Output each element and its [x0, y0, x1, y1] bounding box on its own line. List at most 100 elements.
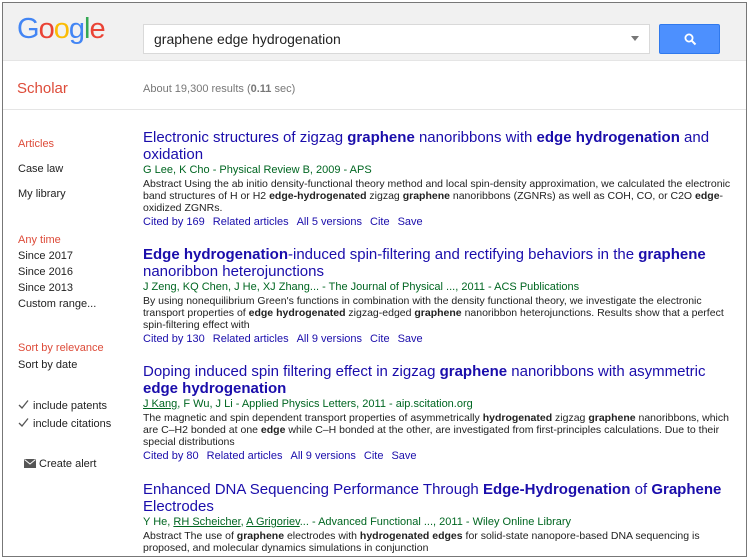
results-stats: About 19,300 results (0.11 sec): [143, 83, 296, 95]
sidebar-item-since-2016[interactable]: Since 2016: [18, 266, 73, 279]
text-run: edge hydrogenation: [143, 380, 287, 397]
logo-letter: g: [68, 13, 85, 45]
sidebar-item-sort-relevance[interactable]: Sort by relevance: [18, 342, 104, 355]
logo-letter: o: [38, 13, 55, 45]
result-title[interactable]: Enhanced DNA Sequencing Performance Thro…: [143, 481, 738, 515]
author-link[interactable]: RH Scheicher: [173, 516, 240, 528]
header-bar: Google: [3, 3, 746, 61]
text-run: hydrogenated edges: [359, 530, 463, 542]
checkbox-label: include patents: [33, 400, 107, 412]
result-meta: J Kang, F Wu, J Li - Applied Physics Let…: [143, 398, 738, 411]
sidebar-item-my-library[interactable]: My library: [18, 188, 66, 201]
text-run: Enhanced DNA Sequencing Performance Thro…: [143, 481, 483, 498]
cite-link[interactable]: Cite: [370, 216, 390, 228]
result-title[interactable]: Edge hydrogenation-induced spin-filterin…: [143, 246, 738, 280]
cited-by-link[interactable]: Cited by 80: [143, 450, 199, 462]
cited-by-link[interactable]: Cited by 169: [143, 216, 205, 228]
text-run: The magnetic and spin dependent transpor…: [143, 412, 483, 424]
versions-link[interactable]: All 5 versions: [297, 216, 362, 228]
save-link[interactable]: Save: [398, 216, 423, 228]
text-run: edge hydrogenation: [536, 129, 680, 146]
text-run: graphene: [402, 190, 450, 202]
result-snippet: By using nonequilibrium Green's function…: [143, 295, 738, 331]
text-run: edge: [695, 190, 720, 202]
result-item: Edge hydrogenation-induced spin-filterin…: [143, 246, 738, 346]
create-alert-button[interactable]: Create alert: [24, 458, 96, 470]
text-run: ... - Advanced Functional ..., 2011 - Wi…: [299, 516, 572, 528]
result-snippet: Abstract The use of graphene electrodes …: [143, 530, 738, 554]
result-item: Enhanced DNA Sequencing Performance Thro…: [143, 481, 738, 554]
result-meta: Y He, RH Scheicher, A Grigoriev... - Adv…: [143, 516, 738, 529]
envelope-icon: [24, 459, 36, 468]
text-run: zigzag-edged: [345, 307, 415, 319]
save-link[interactable]: Save: [391, 450, 416, 462]
cite-link[interactable]: Cite: [364, 450, 384, 462]
result-links: Cited by 130 Related articles All 9 versio…: [143, 333, 738, 346]
text-run: Doping induced spin filtering effect in …: [143, 363, 440, 380]
sidebar-item-since-2017[interactable]: Since 2017: [18, 250, 73, 263]
result-links: Cited by 80 Related articles All 9 version…: [143, 450, 738, 463]
divider: [3, 109, 746, 110]
text-run: G Lee, K Cho - Physical Review B, 2009 -…: [143, 164, 372, 176]
browser-frame: Google Scholar About 19,300 results (0.1…: [2, 2, 747, 557]
sidebar-item-any-time[interactable]: Any time: [18, 234, 61, 247]
sidebar-item-custom-range[interactable]: Custom range...: [18, 298, 96, 311]
save-link[interactable]: Save: [398, 333, 423, 345]
text-run: graphene: [236, 530, 285, 542]
sidebar-item-case-law[interactable]: Case law: [18, 163, 63, 176]
include-citations-checkbox[interactable]: include citations: [18, 417, 111, 431]
result-title[interactable]: Electronic structures of zigzag graphene…: [143, 129, 738, 163]
result-snippet: The magnetic and spin dependent transpor…: [143, 412, 738, 448]
result-item: Doping induced spin filtering effect in …: [143, 363, 738, 463]
text-run: Electrodes: [143, 498, 214, 515]
checkmark-icon: [18, 400, 29, 409]
versions-link[interactable]: All 9 versions: [297, 333, 362, 345]
search-button[interactable]: [659, 24, 720, 54]
result-links: Cited by 169 Related articles All 5 versio…: [143, 216, 738, 229]
text-run: nanoribbons (ZGNRs) as well as COH, CO, …: [449, 190, 696, 202]
related-articles-link[interactable]: Related articles: [207, 450, 283, 462]
text-run: graphene: [414, 307, 462, 319]
text-run: Electronic structures of zigzag: [143, 129, 348, 146]
chevron-down-icon[interactable]: [631, 36, 639, 41]
sidebar-item-articles[interactable]: Articles: [18, 138, 54, 151]
cited-by-link[interactable]: Cited by 130: [143, 333, 205, 345]
checkbox-label: include citations: [33, 418, 112, 430]
related-articles-link[interactable]: Related articles: [213, 333, 289, 345]
search-icon: [684, 33, 697, 46]
search-input[interactable]: [144, 25, 629, 53]
versions-link[interactable]: All 9 versions: [290, 450, 355, 462]
result-title[interactable]: Doping induced spin filtering effect in …: [143, 363, 738, 397]
related-articles-link[interactable]: Related articles: [213, 216, 289, 228]
include-patents-checkbox[interactable]: include patents: [18, 399, 107, 413]
result-snippet: Abstract Using the ab initio density-fun…: [143, 178, 738, 214]
author-link[interactable]: J Kang: [143, 398, 177, 410]
logo-letter: e: [89, 13, 105, 45]
create-alert-label: Create alert: [39, 458, 97, 470]
google-logo[interactable]: Google: [17, 13, 106, 46]
text-run: Graphene: [651, 481, 722, 498]
checkmark-icon: [18, 418, 29, 427]
author-link[interactable]: A Grigoriev: [246, 516, 300, 528]
text-run: edge hydrogenated: [248, 307, 346, 319]
text-run: edge-hydrogenated: [269, 190, 367, 202]
sidebar-item-since-2013[interactable]: Since 2013: [18, 282, 73, 295]
text-run: graphene: [588, 412, 636, 424]
text-run: Edge-Hydrogenation: [482, 481, 631, 498]
cite-link[interactable]: Cite: [370, 333, 390, 345]
search-box[interactable]: [143, 24, 650, 54]
scholar-label[interactable]: Scholar: [17, 80, 68, 97]
text-run: Abstract The use of: [143, 530, 237, 542]
text-run: nanoribbons with asymmetric: [507, 363, 706, 380]
text-run: -induced spin-filtering and rectifying b…: [288, 246, 639, 263]
text-run: Y He,: [143, 516, 174, 528]
result-meta: J Zeng, KQ Chen, J He, XJ Zhang... - The…: [143, 281, 738, 294]
text-run: , F Wu, J Li - Applied Physics Letters, …: [177, 398, 473, 410]
text-run: zigzag: [366, 190, 403, 202]
text-run: J Zeng, KQ Chen, J He, XJ Zhang... - The…: [143, 281, 580, 293]
logo-letter: G: [17, 13, 40, 45]
text-run: edge: [260, 424, 286, 436]
text-run: graphene: [638, 246, 706, 263]
sidebar-item-sort-date[interactable]: Sort by date: [18, 359, 77, 372]
text-run: electrodes with: [284, 530, 360, 542]
